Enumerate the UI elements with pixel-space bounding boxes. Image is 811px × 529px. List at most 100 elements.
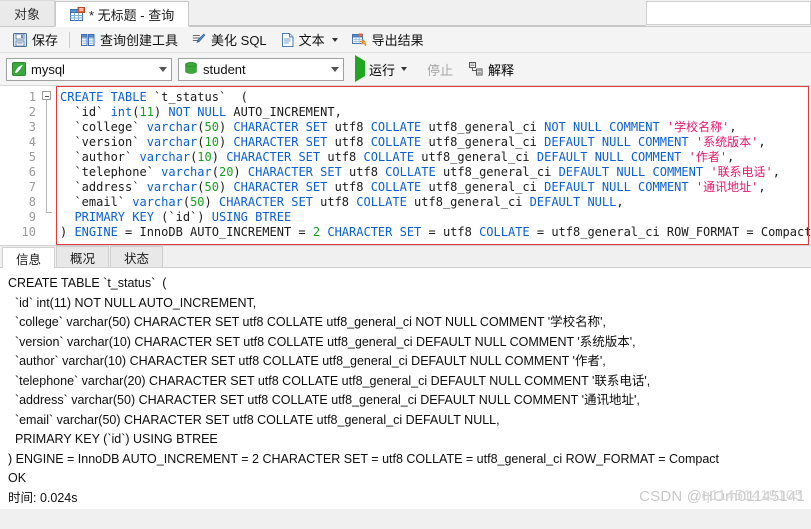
result-log-panel[interactable]: CREATE TABLE `t_status` ( `id` int(11) N…	[0, 267, 811, 509]
code-token-num: 20	[218, 165, 234, 179]
connection-chevron-down-icon[interactable]	[154, 59, 171, 80]
code-token-plain: utf8_general_ci	[421, 135, 545, 149]
code-token-plain: `college`	[60, 120, 147, 134]
code-token-plain: utf8	[320, 150, 364, 164]
watermark-secondary: q11451419105	[701, 487, 803, 504]
code-token-kw: COMMENT	[638, 135, 689, 149]
code-token-str: '作者'	[688, 150, 728, 164]
code-token-kw: CHARACTER SET	[233, 180, 328, 194]
editor-line-number: 7	[28, 180, 36, 194]
log-line: `telephone` varchar(20) CHARACTER SET ut…	[8, 373, 651, 388]
log-line: ) ENGINE = InnoDB AUTO_INCREMENT = 2 CHA…	[8, 451, 720, 466]
log-line: `address` varchar(50) CHARACTER SET utf8…	[8, 393, 640, 407]
code-token-kw: NOT NULL	[544, 120, 602, 134]
text-mode-chevron-down-icon[interactable]	[331, 37, 338, 42]
code-token-kw: CHARACTER SET	[218, 195, 313, 209]
save-button[interactable]: 保存	[6, 29, 65, 51]
toolbar-separator-1	[69, 31, 71, 48]
tab-query[interactable]: * 无标题 - 查询	[55, 1, 190, 27]
code-token-plain: (`id`)	[153, 210, 212, 224]
run-chevron-down-icon[interactable]	[401, 67, 408, 71]
editor-code-line: `email` varchar(50) CHARACTER SET utf8 C…	[60, 195, 811, 210]
code-token-plain: )	[218, 180, 234, 194]
editor-code-line: `college` varchar(50) CHARACTER SET utf8…	[60, 120, 811, 135]
editor-code-area[interactable]: CREATE TABLE `t_status` ( `id` int(11) N…	[56, 86, 811, 245]
result-tab-0[interactable]: 信息	[2, 247, 56, 268]
text-mode-button[interactable]: 文本	[274, 29, 345, 51]
run-button[interactable]: 运行	[350, 55, 412, 82]
code-token-num: 50	[204, 120, 219, 134]
log-line: `author` varchar(10) CHARACTER SET utf8 …	[8, 354, 606, 368]
save-floppy-icon	[13, 32, 27, 47]
editor-code-line: `author` varchar(10) CHARACTER SET utf8 …	[60, 150, 811, 165]
beautify-sql-label: 美化 SQL	[211, 33, 267, 48]
code-token-plain: ,	[729, 120, 737, 134]
log-line: `version` varchar(10) CHARACTER SET utf8…	[8, 334, 636, 349]
explain-button-label: 解释	[488, 62, 515, 78]
code-token-plain: ,	[727, 150, 735, 164]
result-tab-label: 概况	[70, 251, 96, 266]
code-token-kw: DEFAULT NULL	[529, 195, 617, 209]
result-tab-2[interactable]: 状态	[110, 246, 164, 267]
code-token-kw: COMMENT	[652, 165, 704, 179]
tab-strip-filler	[189, 0, 646, 26]
explain-button[interactable]: 解释	[464, 58, 519, 80]
code-token-plain: utf8	[327, 180, 371, 194]
database-select[interactable]: student	[178, 57, 344, 81]
code-token-kw: varchar	[146, 120, 198, 134]
result-tab-1[interactable]: 概况	[56, 246, 110, 267]
code-token-plain: utf8	[327, 120, 371, 134]
editor-code-line: `telephone` varchar(20) CHARACTER SET ut…	[60, 165, 811, 180]
code-token-kw: COMMENT	[638, 180, 689, 194]
code-token-plain: (	[197, 135, 205, 149]
code-token-str: '学校名称'	[666, 120, 730, 134]
code-token-plain: utf8_general_ci	[414, 150, 537, 164]
code-token-kw: CREATE TABLE	[60, 90, 154, 104]
sql-editor-panel[interactable]: 1 2 3 4 5 6 7 8 9 10 CREATE TABLE `t_status` ( `i…	[0, 85, 811, 245]
code-token-str: '系统版本'	[695, 135, 759, 149]
log-line: CREATE TABLE `t_status` (	[8, 276, 167, 290]
editor-code-line: `address` varchar(50) CHARACTER SET utf8…	[60, 180, 811, 195]
sql-editor[interactable]: 1 2 3 4 5 6 7 8 9 10 CREATE TABLE `t_status` ( `i…	[0, 86, 811, 245]
code-token-kw: varchar	[132, 195, 183, 209]
code-token-plain: `address`	[60, 180, 147, 194]
editor-line-number: 9	[28, 210, 36, 224]
editor-code-line: `version` varchar(10) CHARACTER SET utf8…	[60, 135, 811, 150]
tab-objects[interactable]: 对象	[0, 0, 56, 26]
beautify-pen-icon	[192, 33, 206, 47]
code-token-kw: COLLATE	[363, 150, 415, 164]
code-token-kw: varchar	[161, 165, 212, 179]
code-token-plain: )	[60, 225, 75, 239]
editor-code-line: ) ENGINE = InnoDB AUTO_INCREMENT = 2 CHA…	[60, 225, 811, 240]
beautify-sql-button[interactable]: 美化 SQL	[185, 29, 274, 51]
query-builder-button[interactable]: 查询创建工具	[74, 29, 185, 51]
editor-fold-column[interactable]	[40, 86, 56, 245]
result-tab-label: 状态	[124, 251, 150, 266]
editor-line-number: 8	[28, 195, 36, 209]
export-result-label: 导出结果	[371, 33, 424, 48]
code-token-plain: utf8	[327, 135, 371, 149]
database-chevron-down-icon[interactable]	[326, 59, 343, 80]
export-result-button[interactable]: 导出结果	[345, 29, 431, 51]
code-token-plain: ,	[616, 195, 624, 209]
editor-line-number: 1	[28, 90, 36, 104]
code-token-plain: ,	[758, 135, 766, 149]
code-token-kw: DEFAULT NULL	[544, 180, 631, 194]
connection-bar: mysql student 运行 停止 解释	[0, 53, 811, 85]
code-fold-collapse-icon[interactable]	[42, 91, 51, 100]
log-line: `id` int(11) NOT NULL AUTO_INCREMENT,	[8, 295, 257, 310]
editor-line-number: 3	[28, 120, 36, 134]
code-fold-line	[46, 100, 47, 212]
code-token-kw: NOT NULL	[168, 105, 227, 119]
connection-select[interactable]: mysql	[6, 57, 172, 81]
code-token-num: 10	[197, 150, 212, 164]
code-token-plain: = utf8	[421, 225, 480, 239]
editor-line-number: 2	[28, 105, 36, 119]
code-token-plain: `author`	[60, 150, 140, 164]
code-token-kw: USING BTREE	[211, 210, 292, 224]
code-token-kw: ENGINE	[74, 225, 118, 239]
